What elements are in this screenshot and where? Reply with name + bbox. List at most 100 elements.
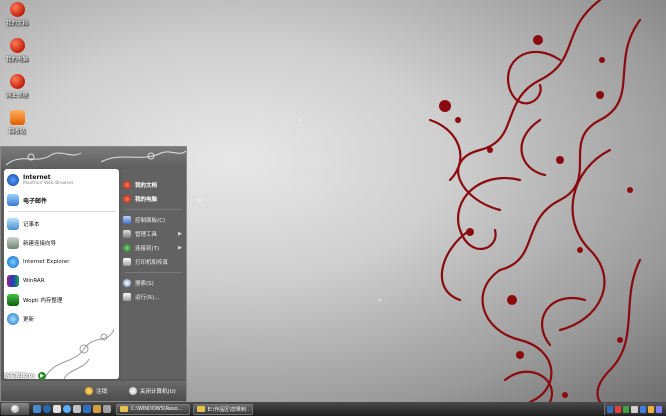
right-item-label: 我的文档 — [135, 183, 158, 189]
folder-icon[interactable] — [93, 405, 101, 413]
right-item-control-panel[interactable]: 控制面板(C) — [121, 213, 186, 227]
recent-item-label: 记事本 — [23, 221, 40, 228]
desktop-icon-my-documents[interactable]: 我的文档 — [2, 2, 32, 27]
my-computer-icon — [9, 38, 25, 53]
right-item-label: 打印机和传真 — [135, 260, 169, 266]
task-label: C:\WINDOWS\Reso... — [131, 406, 183, 412]
all-programs-button[interactable]: 所有程序(P) ▶ — [4, 371, 76, 381]
start-menu-header — [1, 147, 186, 169]
search-icon — [123, 279, 131, 287]
right-item-my-computer[interactable]: 我的电脑 — [121, 192, 186, 206]
maxthon-icon — [7, 174, 19, 186]
folder-icon — [120, 406, 128, 412]
right-item-printers[interactable]: 打印机和传真 — [121, 255, 186, 269]
right-item-label: 控制面板(C) — [135, 218, 166, 224]
divider — [125, 272, 182, 273]
control-panel-icon — [123, 216, 131, 224]
recent-item-label: WinRAR — [23, 277, 45, 284]
quick-launch — [33, 405, 113, 413]
network-tray-icon[interactable] — [607, 405, 614, 413]
media-player-icon[interactable] — [73, 405, 81, 413]
logoff-button[interactable]: 注销 — [85, 387, 107, 395]
desktop-icon-recycle-bin[interactable]: 回收站 — [2, 110, 32, 135]
connect-to-icon — [123, 244, 131, 252]
volume-tray-icon[interactable] — [631, 405, 638, 413]
internet-explorer-icon — [7, 255, 19, 268]
taskbar-button-windows-resources[interactable]: C:\WINDOWS\Reso... — [116, 403, 190, 415]
wopti-memory-icon — [7, 293, 19, 306]
start-menu-footer: 注销 关闭计算机(U) — [1, 381, 186, 401]
divider — [125, 209, 182, 210]
pinned-title: 电子邮件 — [23, 197, 48, 205]
recent-item-label: Wopti 内存整理 — [23, 297, 63, 304]
right-item-label: 我的电脑 — [135, 197, 158, 203]
run-icon — [123, 293, 131, 301]
logoff-icon — [85, 387, 93, 395]
logoff-label: 注销 — [96, 389, 108, 395]
right-item-run[interactable]: 运行(R)... — [121, 290, 186, 304]
notepad-icon — [7, 217, 19, 230]
printers-icon — [123, 258, 131, 266]
system-tray — [604, 403, 666, 415]
right-item-connect-to[interactable]: 连接到(T) ▶ — [121, 241, 186, 255]
taskbar-button-works-folder[interactable]: E:\作品区\您果刺... — [193, 403, 253, 415]
submenu-arrow-icon: ▶ — [178, 231, 182, 237]
explorer-icon[interactable] — [53, 405, 61, 413]
right-item-my-documents[interactable]: 我的文档 — [121, 178, 186, 192]
right-item-label: 运行(R)... — [135, 295, 160, 301]
arrow-right-icon: ▶ — [38, 372, 47, 380]
my-computer-icon — [123, 195, 131, 203]
taskbar: C:\WINDOWS\Reso... E:\作品区\您果刺... — [0, 402, 666, 416]
desktop-icon-label: 网上邻居 — [5, 93, 28, 99]
all-programs-label: 所有程序(P) — [4, 374, 36, 380]
my-documents-icon — [9, 2, 25, 17]
winrar-icon — [7, 274, 19, 287]
submenu-arrow-icon: ▶ — [178, 245, 182, 251]
pinned-item-email[interactable]: 电子邮件 — [4, 191, 119, 209]
desktop-icon-label: 我的文档 — [5, 21, 28, 27]
recycle-bin-icon — [9, 110, 25, 125]
desktop-icon-network-places[interactable]: 网上邻居 — [2, 74, 32, 99]
recent-item-wopti[interactable]: Wopti 内存整理 — [4, 290, 119, 309]
right-item-label: 管理工具 — [135, 232, 158, 238]
start-orb-icon — [11, 405, 19, 413]
right-item-label: 连接到(T) — [135, 246, 160, 252]
header-floral-icon — [5, 150, 186, 166]
shutdown-label: 关闭计算机(U) — [140, 389, 176, 395]
start-menu: Internet Maxthon Web Browser 电子邮件 记事本 新建连… — [0, 146, 187, 402]
start-button[interactable] — [1, 403, 29, 415]
recent-item-internet-explorer[interactable]: Internet Explorer — [4, 252, 119, 271]
update-tray-icon[interactable] — [647, 405, 654, 413]
app-icon[interactable] — [103, 405, 111, 413]
start-menu-left-pane: Internet Maxthon Web Browser 电子邮件 记事本 新建连… — [4, 169, 119, 379]
bluetooth-tray-icon[interactable] — [655, 405, 662, 413]
app-tray-icon[interactable] — [623, 405, 630, 413]
admin-tools-icon — [123, 230, 131, 238]
desktop-icon-label: 我的电脑 — [5, 57, 28, 63]
pinned-title: Internet — [23, 174, 51, 181]
right-item-admin-tools[interactable]: 管理工具 ▶ — [121, 227, 186, 241]
recent-item-label: 新建连接向导 — [23, 240, 57, 247]
shutdown-button[interactable]: 关闭计算机(U) — [129, 387, 176, 395]
desktop-icon-label: 回收站 — [8, 129, 26, 135]
desktop-icon-my-computer[interactable]: 我的电脑 — [2, 38, 32, 63]
messenger-icon[interactable] — [83, 405, 91, 413]
connection-wizard-icon — [7, 236, 19, 249]
right-item-label: 搜索(S) — [135, 281, 154, 287]
pinned-item-internet[interactable]: Internet Maxthon Web Browser — [4, 169, 119, 191]
network-places-icon — [9, 74, 25, 89]
maxthon-icon[interactable] — [63, 405, 71, 413]
recent-item-notepad[interactable]: 记事本 — [4, 214, 119, 233]
divider — [8, 211, 115, 212]
task-label: E:\作品区\您果刺... — [207, 406, 249, 413]
internet-explorer-icon[interactable] — [43, 405, 51, 413]
security-tray-icon[interactable] — [615, 405, 622, 413]
recent-item-label: Internet Explorer — [23, 258, 70, 265]
recent-item-connection-wizard[interactable]: 新建连接向导 — [4, 233, 119, 252]
ime-tray-icon[interactable] — [639, 405, 646, 413]
recent-item-winrar[interactable]: WinRAR — [4, 271, 119, 290]
pinned-subtitle: Maxthon Web Browser — [23, 181, 74, 186]
my-documents-icon — [123, 181, 131, 189]
right-item-search[interactable]: 搜索(S) — [121, 276, 186, 290]
show-desktop-icon[interactable] — [33, 405, 41, 413]
